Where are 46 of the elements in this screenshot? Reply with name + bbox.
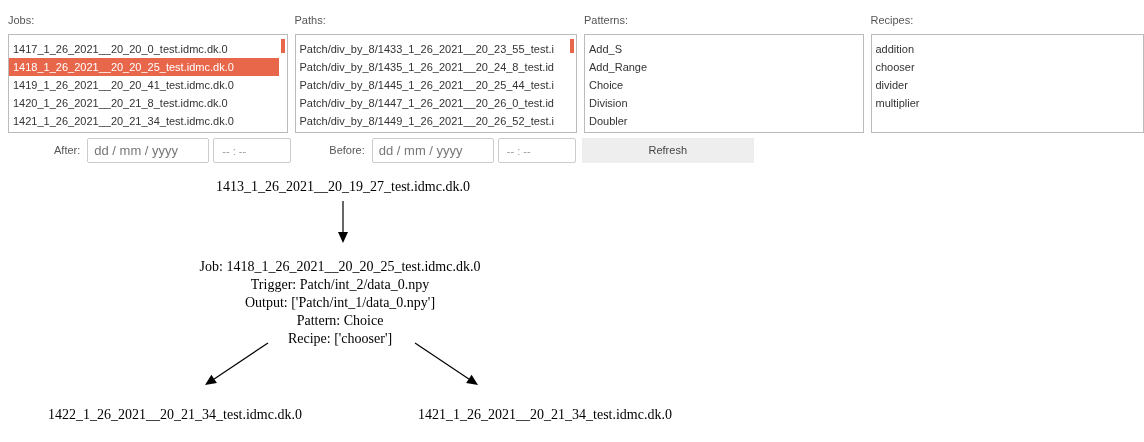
list-item[interactable]: Add_Range: [585, 58, 855, 76]
date-field[interactable]: dd / mm / yyyy: [87, 138, 210, 163]
list-item[interactable]: 1421_1_26_2021__20_21_34_test.idmc.dk.0: [9, 112, 279, 130]
list-label: Jobs:: [8, 13, 36, 28]
list-box[interactable]: [294, 34, 577, 133]
list-label: Recipes:: [870, 13, 915, 28]
node-label: Recipe: ['chooser']: [287, 330, 393, 348]
list-box[interactable]: addition chooser divider multiplier: [870, 34, 1144, 133]
filter-label: After:: [54, 143, 81, 159]
list-item[interactable]: Division: [585, 94, 855, 112]
scrollbar-thumb[interactable]: [280, 39, 285, 53]
node-label: Pattern: Choice: [296, 312, 384, 330]
time-field[interactable]: -- : --: [497, 138, 576, 163]
node-label: 1413_1_26_2021__20_19_27_test.idmc.dk.0: [216, 178, 470, 196]
list-label: Paths:: [294, 13, 327, 28]
list-label: Patterns:: [584, 13, 630, 28]
list-item[interactable]: Patch/div_by_8/1447_1_26_2021__20_26_0_test.id: [295, 94, 568, 112]
arrow: [414, 342, 478, 385]
node-label: Job: 1418_1_26_2021__20_20_25_test.idmc.dk.0: [199, 258, 481, 276]
list-item[interactable]: Choice: [585, 76, 855, 94]
list-item[interactable]: Patch/div_by_8/1435_1_26_2021__20_24_8_test.id: [295, 58, 568, 76]
arrow: [338, 200, 348, 243]
list-item[interactable]: Add_S: [585, 40, 855, 58]
list-item[interactable]: multiplier: [871, 94, 1135, 112]
time-field[interactable]: -- : --: [213, 138, 292, 163]
list-item[interactable]: 1417_1_26_2021__20_20_0_test.idmc.dk.0: [9, 40, 279, 58]
list-item[interactable]: 1419_1_26_2021__20_20_41_test.idmc.dk.0: [9, 76, 279, 94]
list-item[interactable]: chooser: [871, 58, 1135, 76]
node-label: Output: ['Patch/int_1/data_0.npy']: [244, 294, 436, 312]
list-box[interactable]: 1417_1_26_2021__20_20_0_test.idmc.dk.0 1418_1_26_2021__20_20_25_test.idmc.dk.0 1419_1_26_2021__20_20_41_test.idmc.dk.0 1420_1_26_2021__20_21_8_test.idmc.dk.0 1421_1_26_2021__20_21_34_test.idmc.dk.0: [8, 34, 288, 133]
list-item[interactable]: addition: [871, 40, 1135, 58]
refresh-button[interactable]: Refresh: [581, 138, 754, 163]
node-label: 1422_1_26_2021__20_21_34_test.idmc.dk.0: [48, 406, 302, 424]
list-item[interactable]: Patch/div_by_8/1449_1_26_2021__20_26_52_test.i: [295, 112, 568, 130]
list-item[interactable]: Patch/div_by_8/1445_1_26_2021__20_25_44_test.i: [295, 76, 568, 94]
list-item[interactable]: Doubler: [585, 112, 855, 130]
filter-label: Before:: [329, 143, 365, 159]
list-item[interactable]: 1420_1_26_2021__20_21_8_test.idmc.dk.0: [9, 94, 279, 112]
list-item[interactable]: Patch/div_by_8/1433_1_26_2021__20_23_55_test.i: [295, 40, 568, 58]
scrollbar-thumb[interactable]: [570, 39, 574, 53]
list-item[interactable]: divider: [871, 76, 1135, 94]
list-box[interactable]: Add_S Add_Range Choice Division Doubler: [584, 34, 864, 133]
node-label: 1421_1_26_2021__20_21_34_test.idmc.dk.0: [418, 406, 672, 424]
date-field[interactable]: dd / mm / yyyy: [371, 138, 494, 163]
arrow: [205, 342, 269, 385]
node-label: Trigger: Patch/int_2/data_0.npy: [250, 276, 430, 294]
